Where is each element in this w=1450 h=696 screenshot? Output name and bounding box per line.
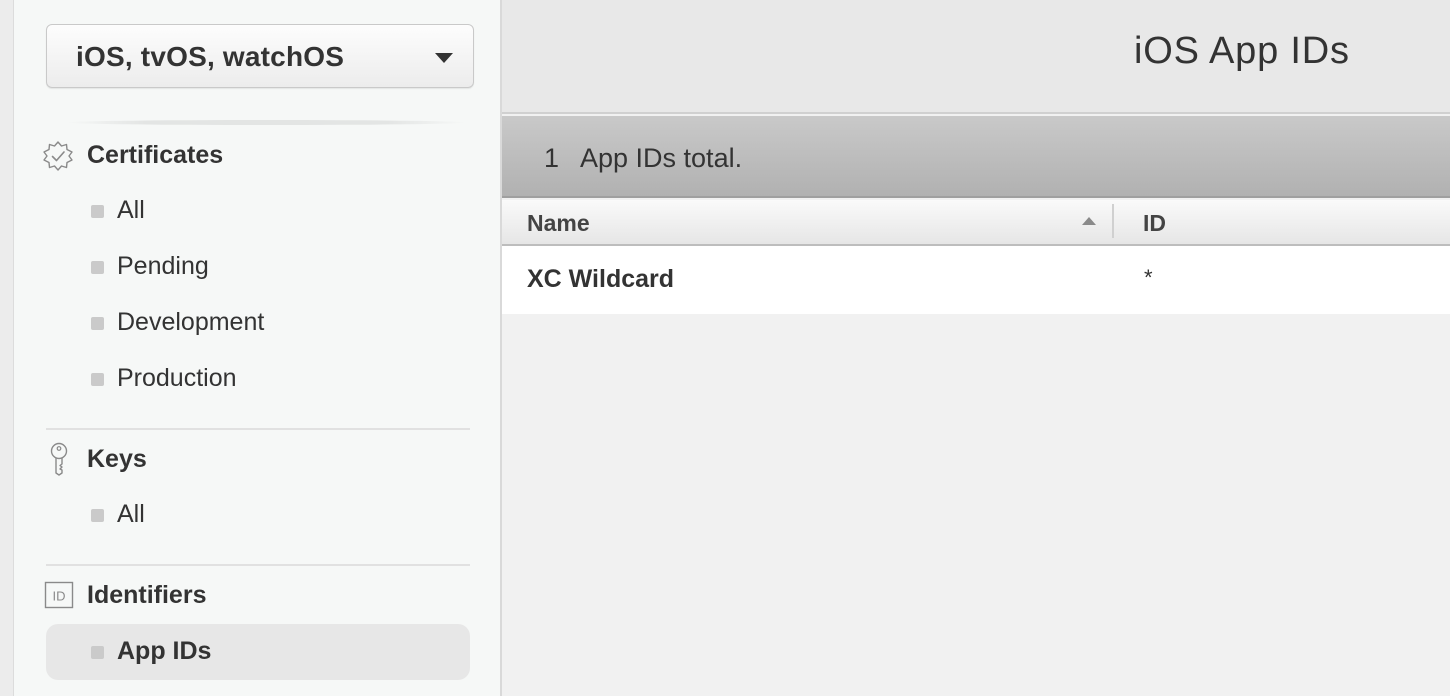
cell-name: XC Wildcard	[527, 265, 675, 293]
column-divider	[1112, 204, 1114, 238]
sidebar-item-label: Pending	[117, 252, 209, 280]
column-header-name[interactable]: Name	[527, 210, 590, 237]
page-title: iOS App IDs	[1134, 30, 1350, 72]
chevron-down-icon	[435, 53, 453, 63]
platform-select[interactable]: iOS, tvOS, watchOS	[46, 24, 474, 88]
key-icon	[50, 442, 68, 476]
id-icon: ID	[44, 581, 74, 609]
sidebar-item-label: All	[117, 500, 145, 528]
bullet-icon	[91, 646, 104, 659]
main-content: iOS App IDs 1 App IDs total. Name ID XC …	[502, 0, 1450, 696]
sidebar-item-label: All	[117, 196, 145, 224]
svg-text:ID: ID	[53, 589, 66, 604]
developer-portal-window: iOS, tvOS, watchOS Certificates All Pend…	[0, 0, 1450, 696]
bullet-icon	[91, 205, 104, 218]
sort-ascending-icon	[1082, 217, 1096, 225]
platform-select-value: iOS, tvOS, watchOS	[76, 41, 345, 72]
section-title-identifiers: Identifiers	[87, 581, 207, 609]
page-header: iOS App IDs	[502, 0, 1450, 114]
table-row[interactable]: XC Wildcard *	[502, 246, 1450, 314]
sidebar: iOS, tvOS, watchOS Certificates All Pend…	[14, 0, 502, 696]
section-title-certificates: Certificates	[87, 141, 224, 169]
sidebar-item-label: Development	[117, 308, 265, 336]
section-title-keys: Keys	[87, 445, 147, 473]
sidebar-item-certificates-production[interactable]: Production	[46, 351, 470, 407]
bullet-icon	[91, 317, 104, 330]
sidebar-item-label: App IDs	[117, 637, 212, 665]
sidebar-item-certificates-pending[interactable]: Pending	[46, 239, 470, 295]
results-count-label: App IDs total.	[580, 143, 743, 173]
bullet-icon	[91, 261, 104, 274]
sidebar-item-keys-all[interactable]: All	[46, 487, 470, 543]
bullet-icon	[91, 373, 104, 386]
section-divider	[46, 428, 470, 430]
results-count-bar: 1 App IDs total.	[502, 116, 1450, 198]
sidebar-item-label: Production	[117, 364, 237, 392]
table-header: Name ID	[502, 200, 1450, 246]
select-shadow	[66, 120, 466, 125]
column-header-id[interactable]: ID	[1143, 210, 1166, 237]
sidebar-item-identifiers-app-ids[interactable]: App IDs	[46, 624, 470, 680]
bullet-icon	[91, 509, 104, 522]
left-gutter	[0, 0, 14, 696]
cell-id: *	[1144, 265, 1153, 290]
sidebar-item-certificates-development[interactable]: Development	[46, 295, 470, 351]
sidebar-item-certificates-all[interactable]: All	[46, 183, 470, 239]
certificate-badge-icon	[43, 141, 73, 171]
results-count: 1	[544, 143, 560, 173]
section-divider	[46, 564, 470, 566]
